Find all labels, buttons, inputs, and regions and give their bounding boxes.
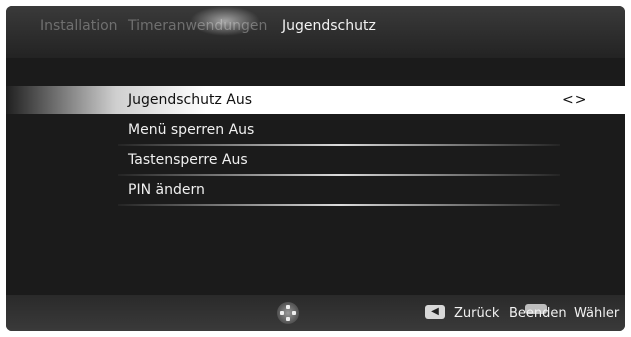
value-arrows-icon[interactable]: <> [562, 92, 587, 108]
divider [118, 204, 560, 206]
tab-jugendschutz[interactable]: Jugendschutz [282, 18, 376, 34]
list-item-tastensperre[interactable]: Tastensperre Aus [118, 146, 560, 176]
menu-header: Installation Timeranwendungen Jugendschu… [6, 6, 625, 58]
list-item-pin-aendern[interactable]: PIN ändern [118, 176, 560, 206]
tab-timeranwendungen[interactable]: Timeranwendungen [128, 18, 267, 34]
tab-installation[interactable]: Installation [40, 18, 118, 34]
list-item-jugendschutz[interactable]: Jugendschutz Aus [118, 86, 560, 116]
list-item-label: Tastensperre Aus [128, 152, 248, 168]
back-key-icon: ◀ [425, 305, 445, 319]
list-item-label: Jugendschutz Aus [128, 92, 253, 108]
choose-label[interactable]: Wähler [574, 306, 619, 321]
list-item-menu-sperren[interactable]: Menü sperren Aus [118, 116, 560, 146]
tv-menu-screen: Installation Timeranwendungen Jugendschu… [6, 6, 625, 331]
navigation-pad-icon [277, 302, 299, 324]
exit-label[interactable]: Beenden [509, 306, 567, 321]
back-label[interactable]: Zurück [454, 306, 499, 321]
list-item-label: PIN ändern [128, 182, 205, 198]
list-item-label: Menü sperren Aus [128, 122, 255, 138]
footer-bar: ◀ Zurück Beenden Wähler [6, 295, 625, 331]
